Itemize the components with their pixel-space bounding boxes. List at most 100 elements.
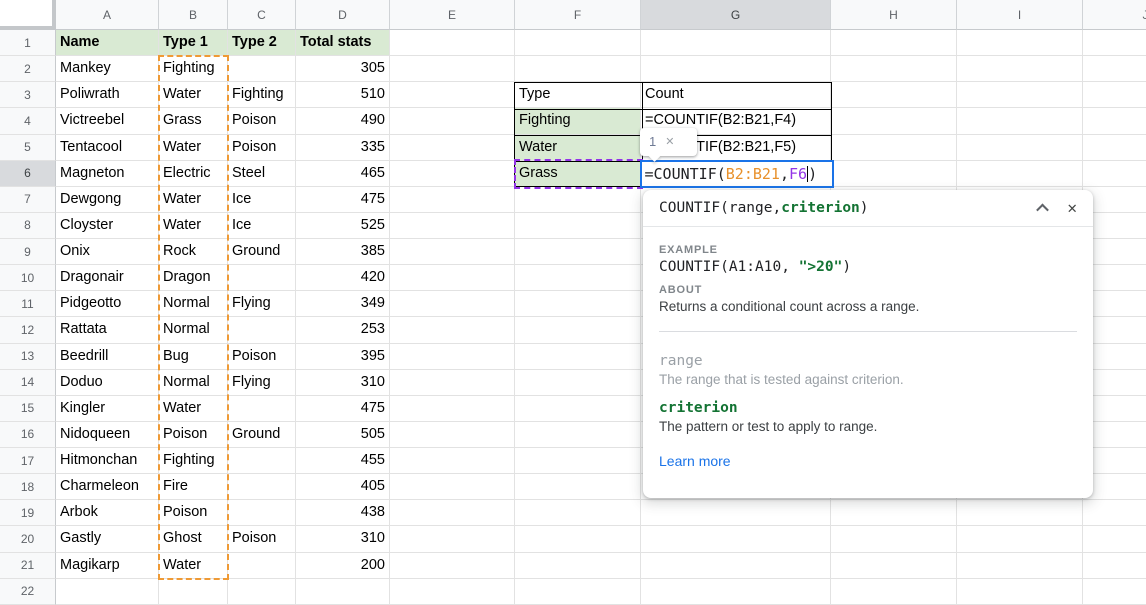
cell-summary-count[interactable] bbox=[641, 500, 831, 526]
cell-type1[interactable]: Normal bbox=[159, 291, 228, 317]
cell-type2[interactable]: Poison bbox=[228, 344, 296, 370]
cell-empty-h[interactable] bbox=[831, 56, 957, 82]
cell-name[interactable]: Gastly bbox=[56, 526, 159, 552]
cell-empty-e[interactable] bbox=[390, 344, 515, 370]
cell-name[interactable]: Victreebel bbox=[56, 108, 159, 134]
cell-total-stats[interactable]: 395 bbox=[296, 344, 390, 370]
cell-empty-h[interactable] bbox=[831, 161, 957, 187]
cell-empty-e[interactable] bbox=[390, 553, 515, 579]
preview-close-icon[interactable]: ✕ bbox=[665, 135, 674, 148]
cell-name[interactable]: Arbok bbox=[56, 500, 159, 526]
cell-name[interactable]: Mankey bbox=[56, 56, 159, 82]
cell-type1[interactable]: Normal bbox=[159, 370, 228, 396]
close-icon[interactable]: ✕ bbox=[1067, 200, 1077, 216]
cell-type1[interactable]: Fire bbox=[159, 474, 228, 500]
cell-type2[interactable]: Ice bbox=[228, 187, 296, 213]
row-header[interactable]: 13 bbox=[0, 344, 56, 370]
cell-summary-type[interactable] bbox=[515, 370, 641, 396]
cell-summary-count[interactable] bbox=[641, 553, 831, 579]
cell-name[interactable]: Beedrill bbox=[56, 344, 159, 370]
cell-empty-j[interactable] bbox=[1083, 108, 1146, 134]
cell-type2[interactable]: Ice bbox=[228, 213, 296, 239]
cell-total-stats[interactable]: 253 bbox=[296, 317, 390, 343]
cell-summary-type[interactable] bbox=[515, 187, 641, 213]
cell-total-stats[interactable]: 405 bbox=[296, 474, 390, 500]
cell-total-stats[interactable]: 490 bbox=[296, 108, 390, 134]
cell-total-stats[interactable]: 438 bbox=[296, 500, 390, 526]
cell-empty-e[interactable] bbox=[390, 108, 515, 134]
column-header-e[interactable]: E bbox=[390, 0, 515, 30]
cell-name[interactable]: Magikarp bbox=[56, 553, 159, 579]
cell-empty-j[interactable] bbox=[1083, 500, 1146, 526]
cell-type2[interactable] bbox=[228, 474, 296, 500]
cell-empty-e[interactable] bbox=[390, 82, 515, 108]
cell-summary-type[interactable] bbox=[515, 448, 641, 474]
column-header-c[interactable]: C bbox=[228, 0, 296, 30]
row-header[interactable]: 9 bbox=[0, 239, 56, 265]
cell-empty-e[interactable] bbox=[390, 317, 515, 343]
cell-summary-type[interactable] bbox=[515, 317, 641, 343]
cell-name[interactable]: Onix bbox=[56, 239, 159, 265]
cell-total-stats[interactable]: 465 bbox=[296, 161, 390, 187]
row-header[interactable]: 18 bbox=[0, 474, 56, 500]
cell-type1[interactable]: Type 1 bbox=[159, 30, 228, 56]
cell-total-stats[interactable]: 335 bbox=[296, 135, 390, 161]
select-all-corner[interactable] bbox=[0, 0, 56, 30]
cell-type1[interactable]: Normal bbox=[159, 317, 228, 343]
cell-type2[interactable]: Poison bbox=[228, 108, 296, 134]
column-header-h[interactable]: H bbox=[831, 0, 957, 30]
column-header-j[interactable]: J bbox=[1083, 0, 1146, 30]
row-header[interactable]: 19 bbox=[0, 500, 56, 526]
cell-type1[interactable]: Water bbox=[159, 553, 228, 579]
cell-type1[interactable]: Water bbox=[159, 396, 228, 422]
column-header-f[interactable]: F bbox=[515, 0, 641, 30]
cell-name[interactable] bbox=[56, 579, 159, 605]
cell-empty-e[interactable] bbox=[390, 213, 515, 239]
cell-type1[interactable]: Poison bbox=[159, 422, 228, 448]
cell-summary-type[interactable] bbox=[515, 500, 641, 526]
cell-empty-h[interactable] bbox=[831, 30, 957, 56]
cell-total-stats[interactable]: 525 bbox=[296, 213, 390, 239]
cell-empty-e[interactable] bbox=[390, 579, 515, 605]
cell-summary-count[interactable] bbox=[641, 526, 831, 552]
cell-total-stats[interactable]: 510 bbox=[296, 82, 390, 108]
cell-total-stats[interactable]: 305 bbox=[296, 56, 390, 82]
cell-summary-type[interactable] bbox=[515, 239, 641, 265]
cell-name[interactable]: Hitmonchan bbox=[56, 448, 159, 474]
cell-name[interactable]: Doduo bbox=[56, 370, 159, 396]
cell-type2[interactable] bbox=[228, 500, 296, 526]
cell-empty-j[interactable] bbox=[1083, 553, 1146, 579]
cell-type1[interactable]: Poison bbox=[159, 500, 228, 526]
cell-empty-e[interactable] bbox=[390, 30, 515, 56]
cell-empty-j[interactable] bbox=[1083, 526, 1146, 552]
cell-empty-e[interactable] bbox=[390, 396, 515, 422]
row-header[interactable]: 12 bbox=[0, 317, 56, 343]
cell-summary-type[interactable] bbox=[515, 526, 641, 552]
cell-empty-e[interactable] bbox=[390, 187, 515, 213]
cell-type1[interactable]: Bug bbox=[159, 344, 228, 370]
cell-empty-j[interactable] bbox=[1083, 135, 1146, 161]
cell-type2[interactable]: Flying bbox=[228, 370, 296, 396]
cell-type2[interactable]: Type 2 bbox=[228, 30, 296, 56]
cell-summary-count[interactable] bbox=[641, 56, 831, 82]
cell-type2[interactable]: Flying bbox=[228, 291, 296, 317]
cell-summary-type[interactable] bbox=[515, 291, 641, 317]
cell-total-stats[interactable]: 385 bbox=[296, 239, 390, 265]
cell-empty-j[interactable] bbox=[1083, 579, 1146, 605]
cell-total-stats[interactable]: 475 bbox=[296, 396, 390, 422]
cell-type1[interactable] bbox=[159, 579, 228, 605]
cell-empty-i[interactable] bbox=[957, 500, 1083, 526]
cell-type2[interactable]: Fighting bbox=[228, 82, 296, 108]
cell-summary-type[interactable] bbox=[515, 30, 641, 56]
cell-empty-e[interactable] bbox=[390, 56, 515, 82]
row-header[interactable]: 17 bbox=[0, 448, 56, 474]
cell-type2[interactable] bbox=[228, 553, 296, 579]
cell-empty-h[interactable] bbox=[831, 500, 957, 526]
cell-empty-h[interactable] bbox=[831, 82, 957, 108]
cell-type2[interactable] bbox=[228, 317, 296, 343]
cell-summary-count[interactable] bbox=[641, 579, 831, 605]
row-header[interactable]: 3 bbox=[0, 82, 56, 108]
cell-summary-type[interactable] bbox=[515, 213, 641, 239]
column-header-d[interactable]: D bbox=[296, 0, 390, 30]
row-header[interactable]: 5 bbox=[0, 135, 56, 161]
